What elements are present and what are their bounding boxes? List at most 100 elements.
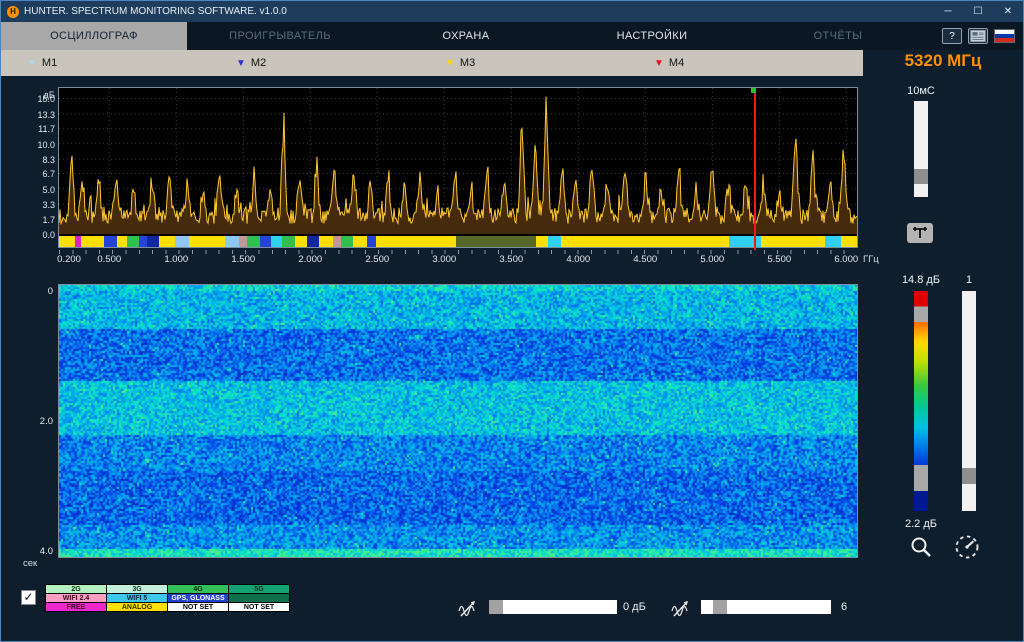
averaging-value: 6: [841, 601, 847, 613]
marker-label: М3: [460, 57, 475, 69]
legend-cell: 4G: [168, 585, 229, 594]
legend-cell: ANALOG: [107, 603, 168, 612]
averaging-slider[interactable]: [701, 600, 831, 614]
band-segment: [260, 236, 271, 247]
app-window: H HUNTER. SPECTRUM MONITORING SOFTWARE. …: [0, 0, 1024, 642]
minimize-button[interactable]: ─: [933, 1, 963, 22]
legend-cell: NOT SET: [229, 603, 290, 612]
toolbar-icons: ?: [931, 22, 1023, 50]
tuner-button[interactable]: [951, 531, 983, 563]
window-title: HUNTER. SPECTRUM MONITORING SOFTWARE. v1…: [24, 6, 933, 17]
attenuation-slider[interactable]: [489, 600, 617, 614]
language-flag-icon[interactable]: [994, 29, 1015, 43]
freq-tick: 0.500: [87, 254, 131, 265]
band-segment: [307, 236, 319, 247]
band-segment: [282, 236, 295, 247]
band-segment: [175, 236, 189, 247]
band-segment: [548, 236, 561, 247]
band-segment: [341, 236, 353, 247]
scale-max-label: 14.8 дБ: [889, 274, 953, 286]
tab-bar: ОСЦИЛЛОГРАФПРОИГРЫВАТЕЛЬОХРАНАНАСТРОЙКИО…: [1, 22, 1023, 50]
band-segment: [81, 236, 105, 247]
gain-label: 1: [949, 274, 989, 286]
attenuation-slider-thumb[interactable]: [489, 600, 503, 614]
marker-bar: ▼М1▼М2▼М3▼М4: [1, 50, 863, 76]
tab-reports[interactable]: ОТЧЁТЫ: [745, 22, 931, 50]
freq-tick: 2.500: [355, 254, 399, 265]
marker-label: М1: [42, 57, 57, 69]
band-segment: [333, 236, 340, 247]
attenuation-button[interactable]: [456, 597, 480, 619]
band-segment: [319, 236, 333, 247]
color-scale[interactable]: [914, 291, 928, 511]
magnifier-icon: [909, 535, 933, 559]
time-tick: 2.0: [29, 416, 53, 427]
sec-axis-unit: сек: [23, 558, 37, 569]
scale-min-label: 2.2 дБ: [889, 518, 953, 530]
title-bar: H HUNTER. SPECTRUM MONITORING SOFTWARE. …: [1, 1, 1023, 22]
db-tick: 3.3: [25, 200, 55, 210]
marker-triangle-icon: ▼: [654, 58, 664, 69]
band-segment: [376, 236, 456, 247]
legend-cell: 3G: [107, 585, 168, 594]
zoom-button[interactable]: [907, 533, 935, 561]
band-segment: [295, 236, 307, 247]
db-tick: 10.0: [25, 140, 55, 150]
waterfall-plot[interactable]: [58, 284, 858, 558]
averaging-button[interactable]: [669, 597, 693, 619]
band-segment: [456, 236, 536, 247]
db-tick: 1.7: [25, 215, 55, 225]
freq-tick: 0.200: [47, 254, 91, 265]
spectrum-cursor[interactable]: [754, 88, 756, 250]
freq-tick: 5.000: [690, 254, 734, 265]
freq-tick: 5.500: [757, 254, 801, 265]
time-tick: 4.0: [29, 546, 53, 557]
cursor-marker-dot: [751, 88, 756, 93]
sweep-slider-thumb[interactable]: [914, 169, 928, 184]
frequency-readout: 5320 МГц: [863, 51, 1023, 71]
gain-slider[interactable]: [962, 291, 976, 511]
sweep-time-label: 10мС: [891, 85, 951, 97]
app-logo-icon: H: [7, 6, 19, 18]
db-tick: 5.0: [25, 185, 55, 195]
trigger-button[interactable]: [907, 223, 933, 243]
band-segment: [139, 236, 147, 247]
freq-tick: 4.000: [556, 254, 600, 265]
band-segment: [104, 236, 117, 247]
freq-tick: 3.500: [489, 254, 533, 265]
averaging-slider-thumb[interactable]: [713, 600, 727, 614]
help-icon[interactable]: ?: [942, 28, 962, 44]
attenuation-value: 0 дБ: [623, 601, 646, 613]
legend-checkbox[interactable]: ✓: [21, 590, 36, 605]
band-segment: [117, 236, 127, 247]
tab-guard[interactable]: ОХРАНА: [373, 22, 559, 50]
gain-slider-thumb[interactable]: [962, 468, 976, 484]
band-segment: [189, 236, 225, 247]
band-segment: [127, 236, 139, 247]
legend-cell: WIFI 5: [107, 594, 168, 603]
sweep-slider[interactable]: [914, 101, 928, 197]
marker-m3[interactable]: ▼ М3: [445, 57, 654, 69]
band-segment: [841, 236, 857, 247]
freq-tick: 4.500: [623, 254, 667, 265]
gauge-icon: [953, 533, 981, 561]
spectrum-plot[interactable]: [58, 87, 858, 248]
legend-cell: FREE: [46, 603, 107, 612]
maximize-button[interactable]: ☐: [963, 1, 993, 22]
legend-cell: [229, 594, 290, 603]
tab-oscillograph[interactable]: ОСЦИЛЛОГРАФ: [1, 22, 187, 50]
marker-triangle-icon: ▼: [445, 58, 455, 69]
band-segment: [367, 236, 377, 247]
marker-m2[interactable]: ▼М2: [236, 57, 445, 69]
band-segment: [561, 236, 729, 247]
close-button[interactable]: ✕: [993, 1, 1023, 22]
band-segment: [59, 236, 75, 247]
db-tick: 6.7: [25, 169, 55, 179]
marker-m1[interactable]: ▼М1: [27, 57, 236, 69]
marker-m4[interactable]: ▼М4: [654, 57, 863, 69]
tab-player[interactable]: ПРОИГРЫВАТЕЛЬ: [187, 22, 373, 50]
report-icon[interactable]: [968, 28, 988, 44]
db-tick: 8.3: [25, 155, 55, 165]
db-tick: 13.3: [25, 110, 55, 120]
tab-settings[interactable]: НАСТРОЙКИ: [559, 22, 745, 50]
